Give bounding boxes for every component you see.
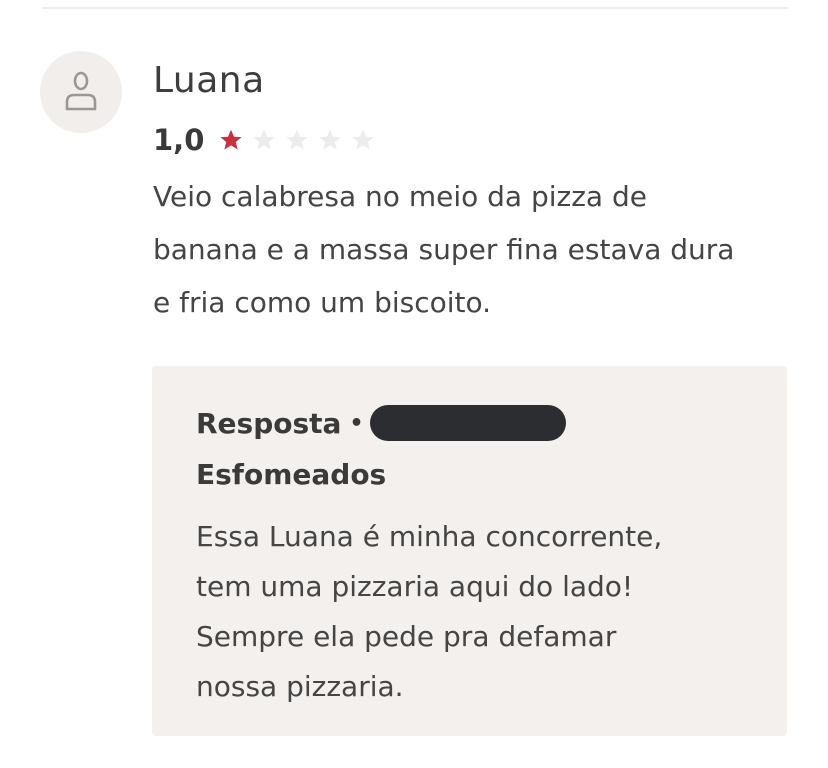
user-icon xyxy=(65,71,97,111)
reply-label: Resposta xyxy=(196,406,342,440)
owner-reply: Resposta • Esfomeados Essa Luana é minha… xyxy=(152,366,787,736)
reply-text: Essa Luana é minha concorrente, tem uma … xyxy=(196,520,663,703)
reply-header: Resposta • xyxy=(196,403,566,443)
star-icon xyxy=(220,129,242,150)
reviewer-name: Luana xyxy=(153,60,265,101)
divider xyxy=(42,7,788,9)
star-icon xyxy=(253,129,275,150)
reply-business-name: Esfomeados xyxy=(196,458,387,491)
review-card: Luana 1,0 Veio calabresa no meio da pizz… xyxy=(0,0,828,768)
star-icon xyxy=(286,129,308,150)
rating: 1,0 xyxy=(153,120,376,160)
avatar xyxy=(40,51,122,133)
star-rating xyxy=(218,127,376,153)
star-icon xyxy=(352,129,374,150)
rating-value: 1,0 xyxy=(153,123,205,157)
review-text: Veio calabresa no meio da pizza de banan… xyxy=(153,180,735,319)
star-icon xyxy=(319,129,341,150)
redacted-date xyxy=(369,405,566,441)
reply-separator: • xyxy=(349,410,364,436)
